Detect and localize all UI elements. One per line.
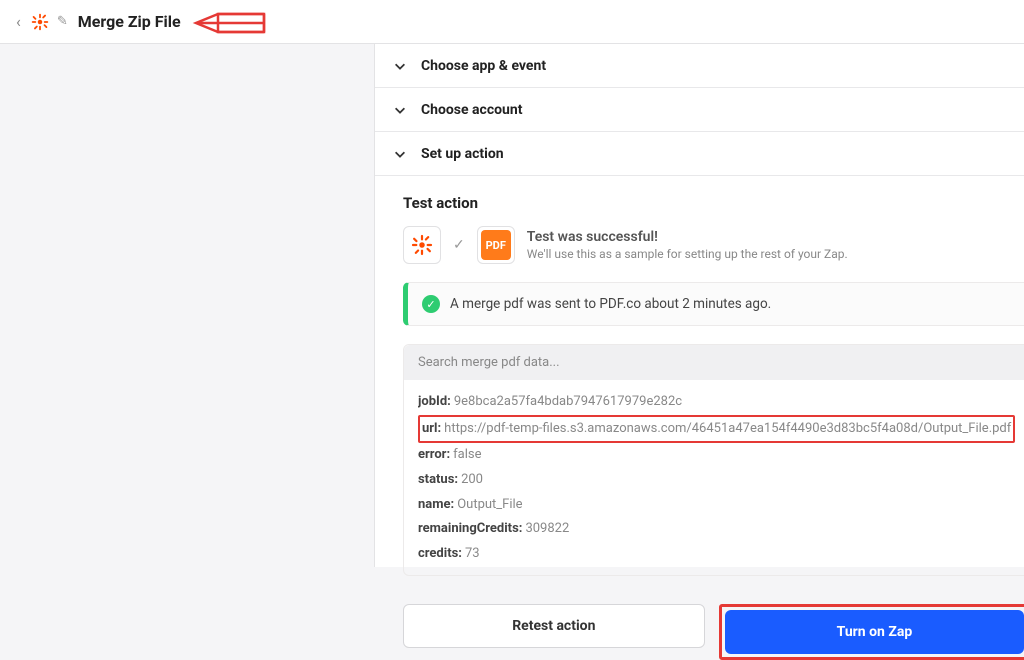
retest-button[interactable]: Retest action — [403, 604, 705, 648]
chevron-down-icon — [393, 103, 407, 117]
result-row-credits: credits:73 — [418, 542, 1015, 567]
result-row-url: url:https://pdf-temp-files.s3.amazonaws.… — [418, 415, 1015, 444]
search-input[interactable]: Search merge pdf data... — [404, 345, 1024, 380]
pdf-badge: PDF — [481, 230, 511, 260]
section-title: Test action — [403, 194, 1024, 212]
test-success-title: Test was successful! — [527, 229, 848, 245]
sidebar — [0, 44, 375, 567]
result-data-card: Search merge pdf data... jobId:9e8bca2a5… — [403, 344, 1024, 576]
result-row-error: error:false — [418, 443, 1015, 468]
check-circle-icon: ✓ — [422, 295, 440, 313]
step-label: Choose app & event — [421, 58, 1024, 74]
checkmark-icon: ✓ — [453, 237, 465, 253]
field-value: Output_File — [457, 497, 522, 512]
test-success-subtitle: We'll use this as a sample for setting u… — [527, 247, 848, 261]
step-app-event[interactable]: Choose app & event ✓ — [375, 44, 1024, 88]
annotation-highlight: Turn on Zap — [719, 604, 1024, 660]
field-label: credits: — [418, 546, 462, 561]
page-title: Merge Zip File — [78, 12, 181, 31]
pencil-icon[interactable]: ✎ — [57, 14, 68, 29]
result-row-remaining-credits: remainingCredits:309822 — [418, 517, 1015, 542]
test-status-row: ✓ PDF Test was successful! We'll use thi… — [403, 226, 1024, 264]
back-icon[interactable]: ‹ — [12, 8, 25, 35]
zapier-step-icon — [403, 226, 441, 264]
field-label: name: — [418, 497, 454, 512]
field-label: remainingCredits: — [418, 521, 522, 536]
result-row-name: name:Output_File — [418, 493, 1015, 518]
status-banner-text: A merge pdf was sent to PDF.co about 2 m… — [450, 296, 771, 312]
step-setup[interactable]: Set up action ✓ — [375, 132, 1024, 176]
field-label: status: — [418, 472, 458, 487]
status-banner: ✓ A merge pdf was sent to PDF.co about 2… — [403, 282, 1024, 326]
result-row-status: status:200 — [418, 468, 1015, 493]
chevron-down-icon — [393, 147, 407, 161]
main-panel: Choose app & event ✓ Choose account ✓ Se… — [375, 44, 1024, 567]
field-value: 200 — [461, 472, 483, 487]
field-label: jobId: — [418, 394, 451, 409]
pdfco-app-icon: PDF — [477, 226, 515, 264]
step-label: Set up action — [421, 146, 1024, 162]
field-value: 9e8bca2a57fa4bdab7947617979e282c — [454, 394, 682, 409]
annotation-arrow-icon — [188, 10, 270, 36]
field-value: 73 — [465, 546, 480, 561]
field-label: url: — [422, 421, 441, 436]
field-value: 309822 — [525, 521, 569, 536]
chevron-down-icon — [393, 59, 407, 73]
header-bar: ‹ ✎ Merge Zip File — [0, 0, 1024, 44]
turn-on-zap-button[interactable]: Turn on Zap — [725, 610, 1024, 654]
field-label: error: — [418, 447, 450, 462]
button-row: Retest action Turn on Zap — [375, 604, 1024, 660]
field-value: false — [453, 447, 481, 462]
field-value: https://pdf-temp-files.s3.amazonaws.com/… — [444, 421, 1011, 436]
zapier-logo-icon — [31, 13, 49, 31]
step-account[interactable]: Choose account ✓ — [375, 88, 1024, 132]
result-row-jobid: jobId:9e8bca2a57fa4bdab7947617979e282c — [418, 390, 1015, 415]
step-label: Choose account — [421, 102, 1024, 118]
